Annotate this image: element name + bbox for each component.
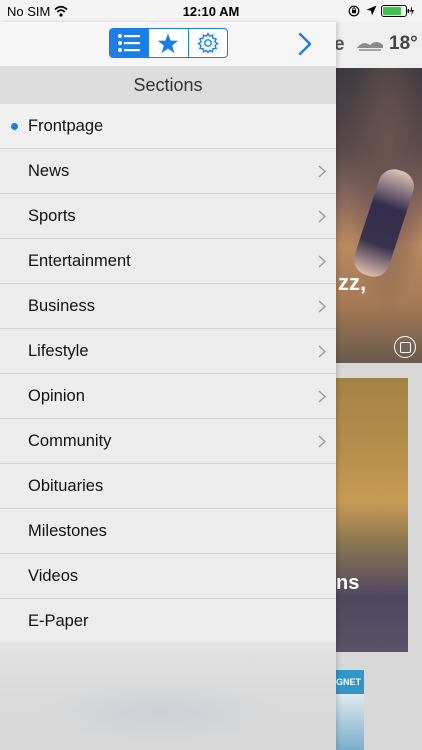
- section-item-label: Sports: [28, 206, 76, 225]
- sections-list: Frontpage News Sports Entertainment Busi…: [0, 104, 336, 644]
- section-item-label: Milestones: [28, 521, 107, 540]
- section-item-news[interactable]: News: [0, 149, 336, 194]
- star-icon: [158, 33, 179, 53]
- section-item-label: Business: [28, 296, 95, 315]
- section-item-milestones[interactable]: Milestones: [0, 509, 336, 554]
- status-bar: No SIM 12:10 AM: [0, 0, 422, 22]
- section-item-label: E-Paper: [28, 611, 89, 630]
- gear-icon: [197, 32, 219, 54]
- section-item-videos[interactable]: Videos: [0, 554, 336, 599]
- section-item-sports[interactable]: Sports: [0, 194, 336, 239]
- ad-label: GNET: [336, 677, 362, 687]
- chevron-right-icon: [318, 345, 326, 358]
- blurred-background: [40, 682, 280, 742]
- section-item-business[interactable]: Business: [0, 284, 336, 329]
- chevron-right-icon: [318, 300, 326, 313]
- sections-title: Sections: [0, 66, 336, 104]
- drawer-empty-area: [0, 642, 336, 750]
- drawer-toolbar: [0, 22, 336, 66]
- section-item-opinion[interactable]: Opinion: [0, 374, 336, 419]
- selected-indicator: [11, 123, 18, 130]
- photo-subject: [349, 165, 419, 281]
- battery-icon: [381, 5, 414, 17]
- section-item-label: Opinion: [28, 386, 85, 405]
- section-item-entertainment[interactable]: Entertainment: [0, 239, 336, 284]
- sections-drawer: Sections Frontpage News Sports Entertain…: [0, 22, 336, 750]
- section-item-label: Entertainment: [28, 251, 131, 270]
- section-item-frontpage[interactable]: Frontpage: [0, 104, 336, 149]
- chevron-right-icon: [318, 435, 326, 448]
- chevron-right-icon: [318, 255, 326, 268]
- list-icon: [118, 34, 141, 52]
- view-segmented-control: [109, 28, 228, 58]
- tab-favorites[interactable]: [149, 29, 189, 57]
- section-item-label: Community: [28, 431, 112, 450]
- forward-button[interactable]: [292, 29, 318, 59]
- temperature-label: 18°: [389, 33, 418, 54]
- section-item-obituaries[interactable]: Obituaries: [0, 464, 336, 509]
- location-arrow-icon: [366, 5, 377, 16]
- gallery-icon: [394, 336, 416, 358]
- story-caption-2: ns: [336, 572, 360, 594]
- section-item-lifestyle[interactable]: Lifestyle: [0, 329, 336, 374]
- section-item-label: Lifestyle: [28, 341, 89, 360]
- section-item-label: Videos: [28, 566, 79, 585]
- rotation-lock-icon: [348, 5, 360, 17]
- story-photo-2[interactable]: [336, 378, 408, 652]
- section-item-label: News: [28, 161, 70, 180]
- tab-settings[interactable]: [189, 29, 227, 57]
- story-photo-1[interactable]: [336, 68, 422, 363]
- chevron-right-icon: [298, 32, 312, 56]
- section-item-community[interactable]: Community: [0, 419, 336, 464]
- chevron-right-icon: [318, 165, 326, 178]
- chevron-right-icon: [318, 210, 326, 223]
- section-item-label: Frontpage: [28, 116, 104, 135]
- story-caption-1: zz,: [338, 270, 367, 295]
- weather-icon: [357, 42, 383, 51]
- tab-sections[interactable]: [110, 29, 150, 57]
- chevron-right-icon: [318, 390, 326, 403]
- section-item-e-paper[interactable]: E-Paper: [0, 599, 336, 644]
- section-item-label: Obituaries: [28, 476, 104, 495]
